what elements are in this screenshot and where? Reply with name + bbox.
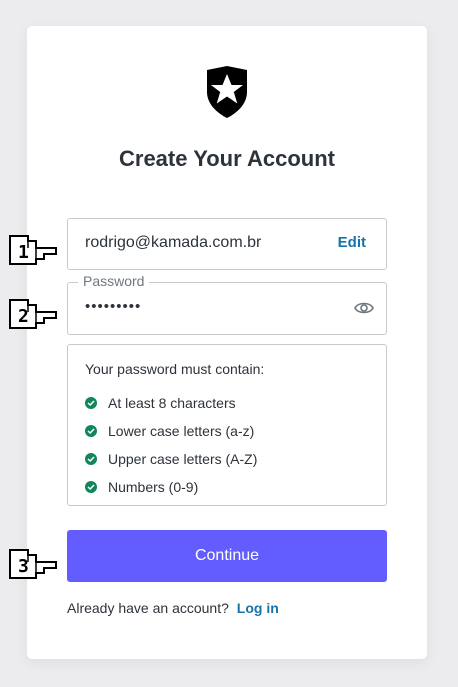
requirement-item: Lower case letters (a-z) xyxy=(85,417,257,445)
check-circle-icon xyxy=(85,397,97,409)
check-circle-icon xyxy=(85,481,97,493)
step-number: 3 xyxy=(18,556,29,577)
pointing-hand-icon xyxy=(9,299,57,329)
edit-email-link[interactable]: Edit xyxy=(338,234,366,251)
requirement-item: Numbers (0-9) xyxy=(85,473,257,501)
pointing-hand-icon xyxy=(9,549,57,579)
step-marker-1: 1 xyxy=(6,230,60,270)
check-circle-icon xyxy=(85,425,97,437)
eye-icon[interactable] xyxy=(354,300,374,316)
requirement-label: Upper case letters (A-Z) xyxy=(108,451,258,467)
step-number: 2 xyxy=(18,306,29,327)
step-number: 1 xyxy=(18,242,29,263)
requirements-list: At least 8 characters Lower case letters… xyxy=(85,389,257,501)
password-label: Password xyxy=(78,273,150,289)
login-link[interactable]: Log in xyxy=(237,600,279,616)
requirement-label: Numbers (0-9) xyxy=(108,479,199,495)
requirement-label: Lower case letters (a-z) xyxy=(108,423,255,439)
login-prompt-text: Already have an account? xyxy=(67,600,229,616)
page-title: Create Your Account xyxy=(119,146,335,171)
password-field[interactable]: Password ••••••••• xyxy=(67,273,387,335)
continue-button[interactable]: Continue xyxy=(67,530,387,582)
email-field[interactable]: rodrigo@kamada.com.br Edit xyxy=(67,218,387,270)
password-input[interactable]: ••••••••• xyxy=(85,298,141,315)
step-marker-2: 2 xyxy=(6,294,60,334)
check-circle-icon xyxy=(85,453,97,465)
requirement-item: At least 8 characters xyxy=(85,389,257,417)
step-marker-3: 3 xyxy=(6,544,60,584)
requirement-label: At least 8 characters xyxy=(108,395,236,411)
requirement-item: Upper case letters (A-Z) xyxy=(85,445,257,473)
email-value: rodrigo@kamada.com.br xyxy=(85,234,262,251)
pointing-hand-icon xyxy=(9,235,57,265)
password-requirements: Your password must contain: At least 8 c… xyxy=(67,344,387,506)
signup-card: Create Your Account rodrigo@kamada.com.b… xyxy=(27,26,427,659)
shield-star-logo xyxy=(207,66,247,118)
login-prompt: Already have an account? Log in xyxy=(67,600,279,616)
requirements-heading: Your password must contain: xyxy=(85,361,265,377)
